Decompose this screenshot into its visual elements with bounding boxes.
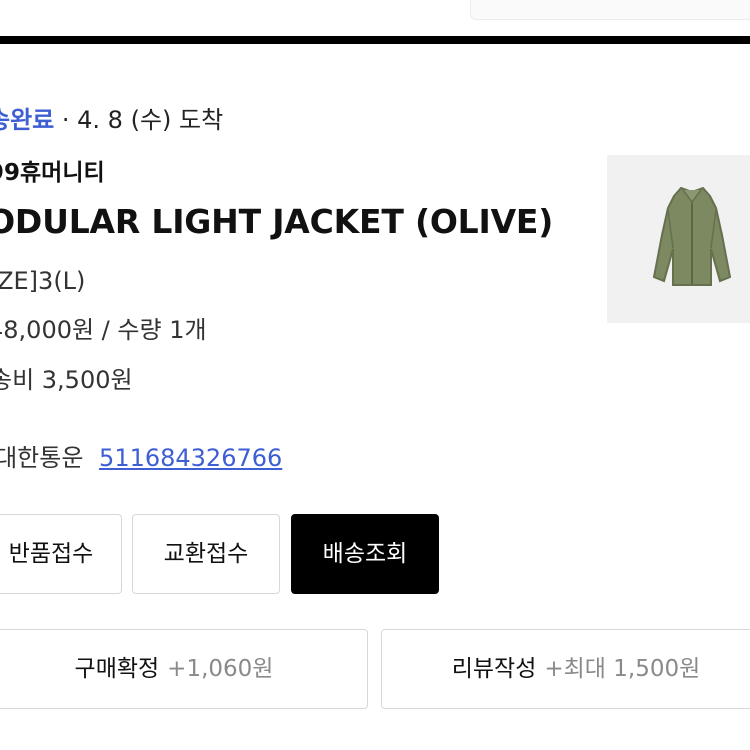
confirm-purchase-reward: +1,060원 xyxy=(167,655,274,682)
tracking-line: J대한통운 511684326766 xyxy=(0,442,282,474)
product-name: IODULAR LIGHT JACKET (OLIVE) xyxy=(0,202,554,241)
carrier-name: J대한통운 xyxy=(0,444,84,472)
write-review-label: 리뷰작성 xyxy=(451,655,537,682)
order-status: 송완료 xyxy=(0,106,55,134)
tracking-number-link[interactable]: 511684326766 xyxy=(99,444,282,472)
return-request-label: 반품접수 xyxy=(8,540,94,567)
exchange-request-label: 교환접수 xyxy=(163,540,249,567)
track-shipment-button[interactable]: 배송조회 xyxy=(291,514,439,594)
brand-name: 99휴머니티 xyxy=(0,160,105,186)
track-shipment-label: 배송조회 xyxy=(322,540,408,567)
order-status-line: 송완료 · 4. 8 (수) 도착 xyxy=(0,104,223,136)
shipping-fee: 송비 3,500원 xyxy=(0,366,133,394)
product-thumbnail[interactable] xyxy=(607,155,750,323)
confirm-purchase-label: 구매확정 xyxy=(74,655,160,682)
return-request-button[interactable]: 반품접수 xyxy=(0,514,122,594)
write-review-reward: +최대 1,500원 xyxy=(544,655,701,682)
delivery-date: · 4. 8 (수) 도착 xyxy=(61,106,224,134)
product-option: IZE]3(L) xyxy=(0,267,86,295)
write-review-button[interactable]: 리뷰작성 +최대 1,500원 xyxy=(381,629,750,709)
confirm-purchase-button[interactable]: 구매확정 +1,060원 xyxy=(0,629,368,709)
section-divider xyxy=(0,36,750,44)
price-quantity: 48,000원 / 수량 1개 xyxy=(0,316,207,344)
search-bar[interactable] xyxy=(470,0,750,20)
order-detail-page: 송완료 · 4. 8 (수) 도착 99휴머니티 IODULAR LIGHT J… xyxy=(0,0,750,750)
exchange-request-button[interactable]: 교환접수 xyxy=(132,514,280,594)
jacket-icon xyxy=(652,186,732,286)
